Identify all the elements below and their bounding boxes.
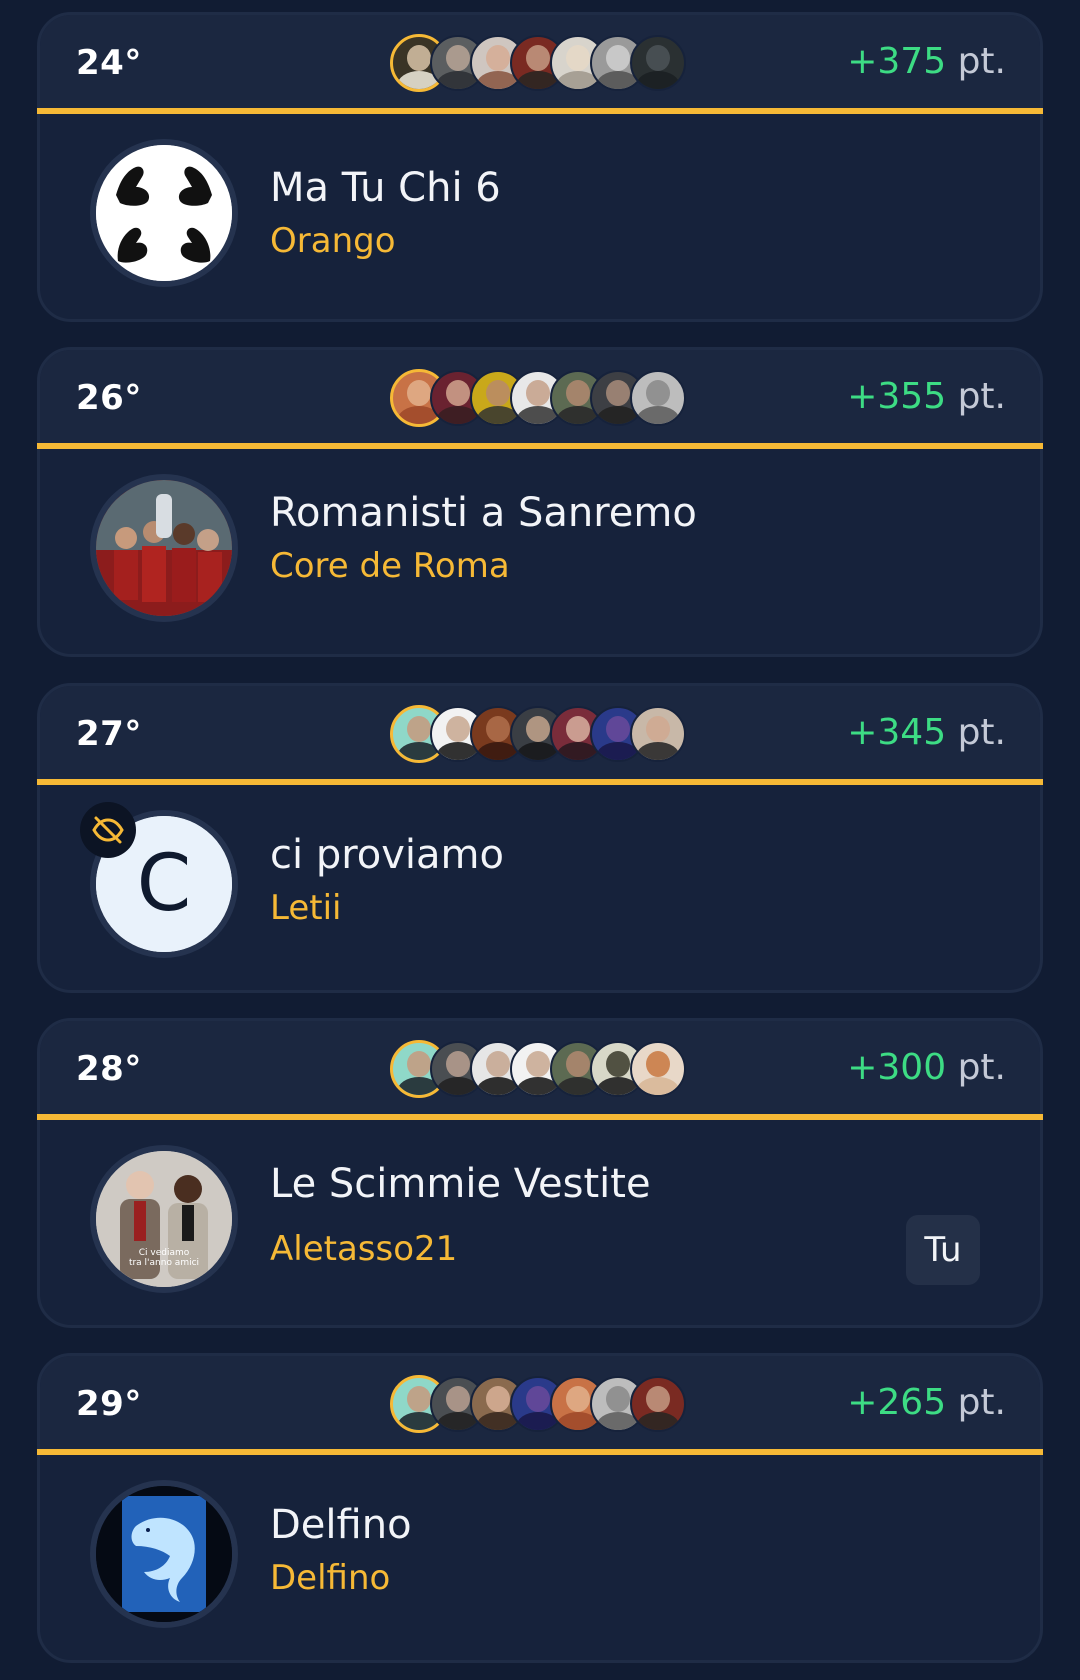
team-card-28[interactable]: 28° +300 pt. Ci vediamo tra l'anno amici: [37, 1018, 1043, 1328]
player-avatar: [630, 370, 686, 426]
hands-logo-icon: [96, 145, 232, 281]
points-value: +265: [847, 1382, 947, 1423]
meme-photo-icon: Ci vediamo tra l'anno amici: [96, 1151, 232, 1287]
points-value: +375: [847, 41, 947, 82]
team-card-29[interactable]: 29° +265 pt. Delfino Delfino: [37, 1353, 1043, 1663]
eye-off-icon: [80, 802, 136, 858]
points-gained: +345 pt.: [847, 712, 1006, 753]
owner-name: Aletasso21: [270, 1229, 458, 1269]
owner-name: Delfino: [270, 1558, 391, 1598]
team-photo-icon: [96, 480, 232, 616]
owner-name: Letii: [270, 888, 342, 928]
team-name: Romanisti a Sanremo: [270, 490, 697, 536]
points-unit: pt.: [957, 1382, 1006, 1423]
points-unit: pt.: [957, 712, 1006, 753]
header-divider: [37, 108, 1043, 114]
team-card-24[interactable]: 24° +375 pt. Ma Tu Chi 6 Orango: [37, 12, 1043, 322]
header-divider: [37, 1449, 1043, 1455]
svg-text:Ci vediamo: Ci vediamo: [139, 1248, 190, 1258]
team-card-26[interactable]: 26° +355 pt. Romanisti a Sanremo Core de…: [37, 347, 1043, 657]
header-divider: [37, 1114, 1043, 1120]
owner-name: Core de Roma: [270, 546, 510, 586]
header-divider: [37, 779, 1043, 785]
player-avatar: [630, 35, 686, 91]
svg-text:tra l'anno amici: tra l'anno amici: [129, 1258, 199, 1268]
points-unit: pt.: [957, 1047, 1006, 1088]
rank-label: 27°: [76, 714, 142, 754]
points-unit: pt.: [957, 41, 1006, 82]
points-value: +300: [847, 1047, 947, 1088]
points-gained: +300 pt.: [847, 1047, 1006, 1088]
you-badge: Tu: [906, 1215, 980, 1285]
dolphin-icon: [96, 1486, 232, 1622]
header-divider: [37, 443, 1043, 449]
team-name: ci proviamo: [270, 832, 504, 878]
team-avatar: Ci vediamo tra l'anno amici: [90, 1145, 238, 1293]
points-gained: +375 pt.: [847, 41, 1006, 82]
team-card-27[interactable]: 27° +345 pt. C ci proviamo Letii: [37, 683, 1043, 993]
rank-label: 29°: [76, 1384, 142, 1424]
team-name: Ma Tu Chi 6: [270, 165, 501, 211]
player-avatar: [630, 1041, 686, 1097]
player-avatar: [630, 706, 686, 762]
points-gained: +355 pt.: [847, 376, 1006, 417]
team-avatar: [90, 1480, 238, 1628]
rank-label: 26°: [76, 378, 142, 418]
player-avatar: [630, 1376, 686, 1432]
team-avatar: [90, 474, 238, 622]
points-unit: pt.: [957, 376, 1006, 417]
points-value: +355: [847, 376, 947, 417]
points-value: +345: [847, 712, 947, 753]
points-gained: +265 pt.: [847, 1382, 1006, 1423]
team-name: Delfino: [270, 1502, 412, 1548]
team-avatar: [90, 139, 238, 287]
team-name: Le Scimmie Vestite: [270, 1161, 651, 1207]
owner-name: Orango: [270, 221, 396, 261]
rank-label: 24°: [76, 43, 142, 83]
rank-label: 28°: [76, 1049, 142, 1089]
